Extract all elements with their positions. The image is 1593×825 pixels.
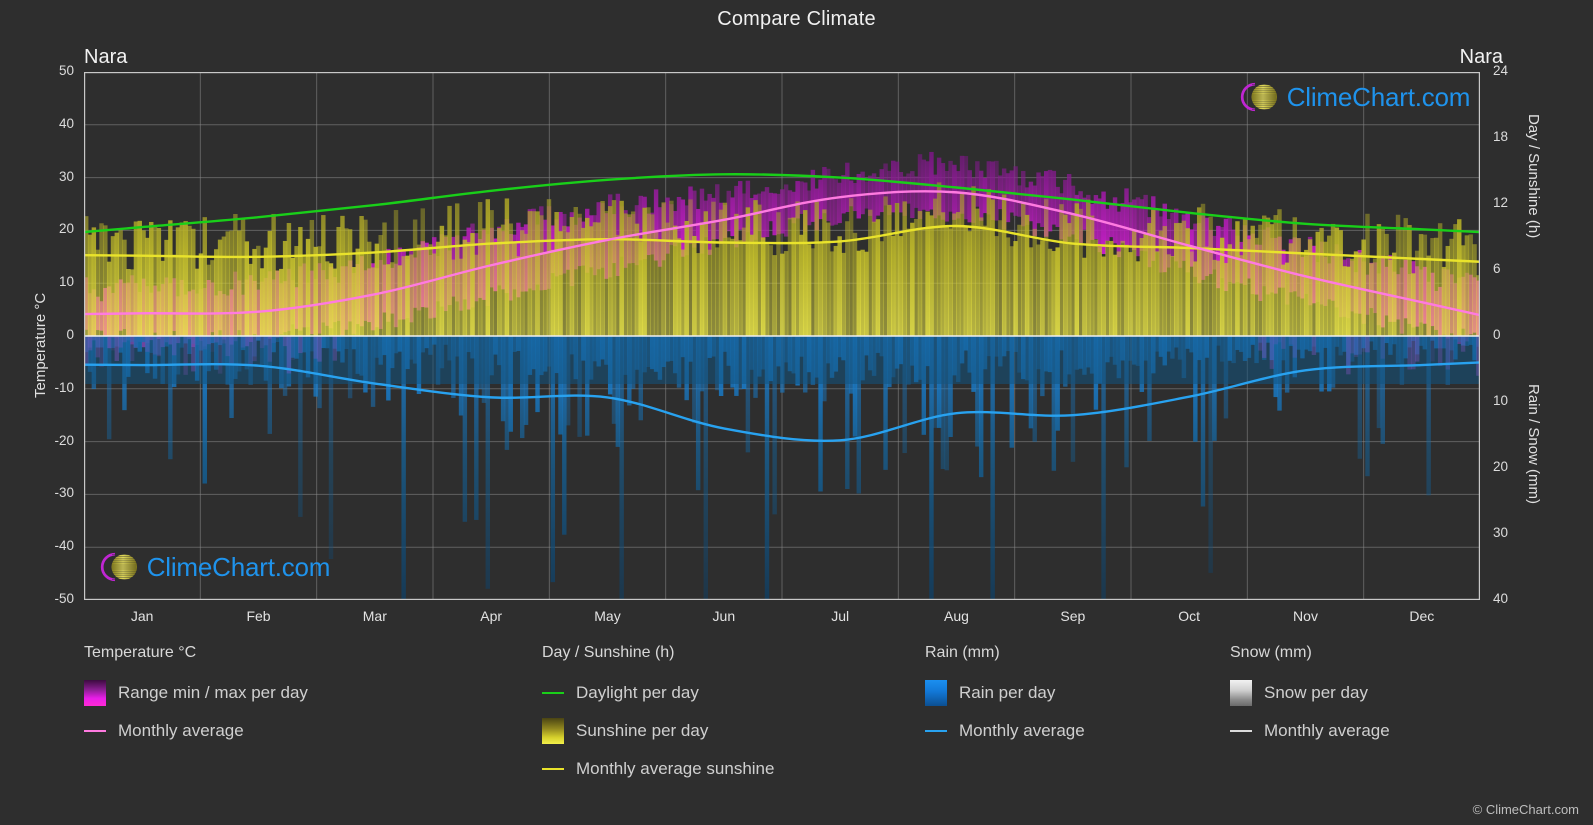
page-title: Compare Climate — [717, 8, 876, 30]
y-tick-temperature: -50 — [54, 591, 74, 606]
y-tick-daylight: 12 — [1493, 195, 1509, 210]
legend-item[interactable]: Monthly average — [925, 712, 1085, 750]
chart-canvas — [84, 72, 1480, 600]
x-tick-month: Jun — [712, 608, 736, 624]
y-tick-daylight: 24 — [1493, 63, 1509, 78]
plot-area[interactable] — [84, 72, 1480, 600]
legend-item[interactable]: Sunshine per day — [542, 712, 774, 750]
x-tick-month: Dec — [1409, 608, 1435, 624]
legend-line-swatch — [925, 718, 947, 744]
y-tick-temperature: -30 — [54, 485, 74, 501]
y-tick-precipitation: 30 — [1493, 525, 1509, 540]
legend-item-label: Monthly average — [118, 721, 244, 740]
clime-chart-logo-text: ClimeChart.com — [146, 551, 331, 582]
legend-gradient-swatch — [1230, 680, 1252, 706]
y-tick-temperature: 50 — [58, 63, 74, 78]
x-tick-month: May — [594, 608, 621, 624]
legend-item[interactable]: Monthly average — [1230, 712, 1390, 750]
x-tick-month: Oct — [1178, 608, 1201, 624]
legend-item-label: Snow per day — [1264, 683, 1368, 702]
clime-chart-logo-text: ClimeChart.com — [1286, 81, 1471, 112]
legend-item[interactable]: Range min / max per day — [84, 674, 308, 712]
x-tick-month: Sep — [1060, 608, 1086, 624]
y-tick-precipitation: 10 — [1493, 393, 1509, 408]
legend-item-label: Monthly average — [1264, 721, 1390, 740]
x-tick-month: Jan — [130, 608, 154, 624]
legend-group: Day / Sunshine (h) Daylight per day Sunshi… — [542, 644, 774, 788]
y-tick-temperature: 30 — [58, 168, 74, 184]
legend-group-heading: Snow (mm) — [1230, 644, 1312, 661]
y-tick-temperature: 10 — [58, 274, 74, 290]
legend-item[interactable]: Rain per day — [925, 674, 1085, 712]
legend-item-label: Sunshine per day — [576, 721, 709, 740]
y-tick-temperature: -10 — [54, 379, 74, 395]
x-tick-month: Jul — [831, 608, 850, 624]
clime-chart-watermark-bottom: ClimeChart.com — [92, 550, 330, 584]
legend-item-label: Range min / max per day — [118, 683, 308, 702]
legend-gradient-swatch — [542, 718, 564, 744]
copyright-text: © ClimeChart.com — [1472, 802, 1579, 817]
y-tick-temperature: 40 — [58, 115, 74, 131]
y-tick-temperature: -40 — [54, 538, 74, 554]
legend-item[interactable]: Daylight per day — [542, 674, 774, 712]
y-tick-temperature: 20 — [58, 221, 74, 237]
legend-gradient-swatch — [925, 680, 947, 706]
legend-item-label: Monthly average — [959, 721, 1085, 740]
y-tick-temperature: 0 — [66, 327, 74, 342]
y-tick-precipitation: 40 — [1493, 591, 1509, 606]
location-label-left: Nara — [84, 46, 128, 68]
legend-item[interactable]: Snow per day — [1230, 674, 1390, 712]
legend-group-heading: Temperature °C — [84, 644, 197, 661]
legend-item-label: Daylight per day — [576, 683, 699, 702]
legend-item-label: Rain per day — [959, 683, 1056, 702]
y-tick-temperature: -20 — [54, 432, 74, 448]
legend-group-heading: Rain (mm) — [925, 644, 1000, 661]
climate-chart-page: Compare Climate Nara Nara Temperature °C… — [0, 0, 1593, 825]
legend-line-swatch — [542, 756, 564, 782]
legend-item[interactable]: Monthly average sunshine — [542, 750, 774, 788]
legend-line-swatch — [84, 718, 106, 744]
legend-group-heading: Day / Sunshine (h) — [542, 644, 675, 661]
legend-item[interactable]: Monthly average — [84, 712, 308, 750]
clime-chart-watermark-top: ClimeChart.com — [1232, 80, 1470, 114]
legend-group: Temperature °C Range min / max per day Mon… — [84, 644, 308, 750]
x-tick-month: Nov — [1293, 608, 1318, 624]
x-tick-month: Aug — [944, 608, 969, 624]
chart-legend: Temperature °C Range min / max per day Mon… — [0, 644, 1593, 825]
y-tick-daylight: 18 — [1493, 129, 1509, 144]
legend-group: Snow (mm) Snow per day Monthly average — [1230, 644, 1390, 750]
x-tick-month: Feb — [246, 608, 271, 624]
y-tick-daylight: 0 — [1493, 327, 1501, 342]
legend-gradient-swatch — [84, 680, 106, 706]
y-tick-daylight: 6 — [1493, 261, 1501, 276]
legend-line-swatch — [542, 680, 564, 706]
clime-chart-logo-icon — [92, 550, 145, 584]
legend-group: Rain (mm) Rain per day Monthly average — [925, 644, 1085, 750]
x-tick-month: Apr — [480, 608, 503, 624]
legend-line-swatch — [1230, 718, 1252, 744]
x-tick-month: Mar — [362, 608, 387, 624]
y-tick-precipitation: 20 — [1493, 459, 1509, 474]
legend-item-label: Monthly average sunshine — [576, 759, 775, 778]
clime-chart-logo-icon — [1232, 80, 1285, 114]
